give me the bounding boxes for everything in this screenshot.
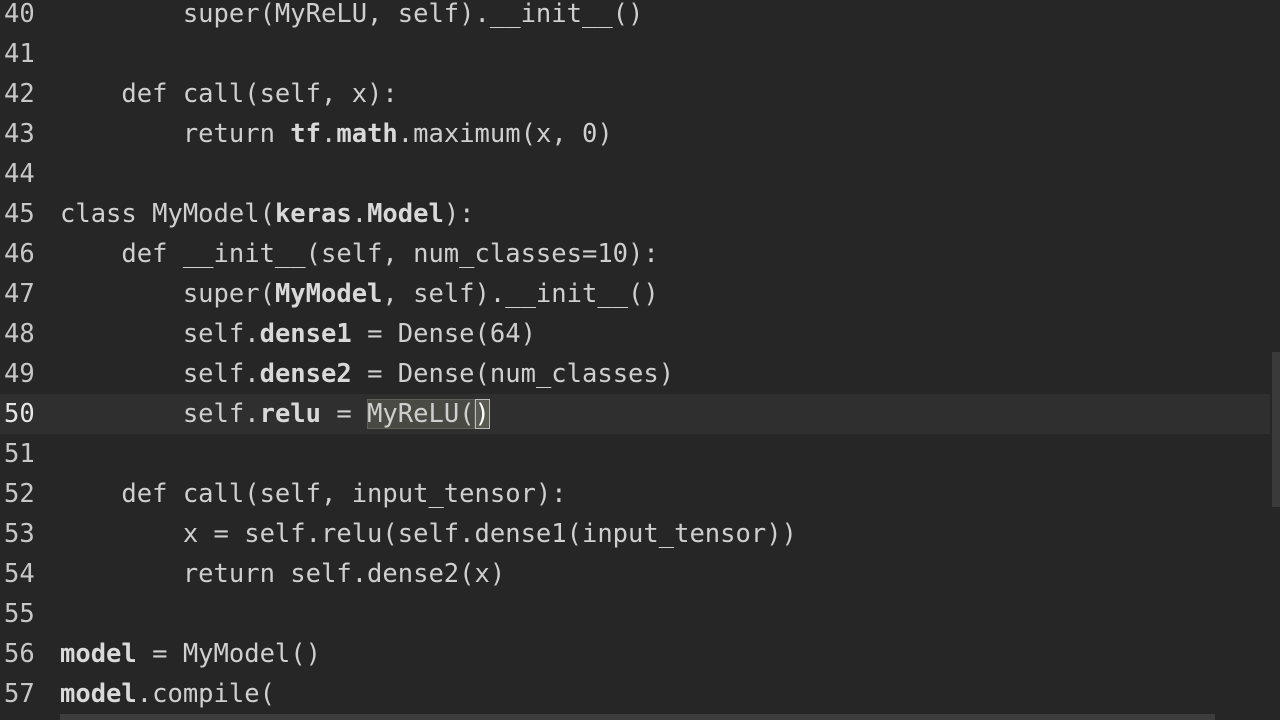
line-text[interactable]: model.compile(: [60, 674, 275, 714]
code-token: .compile(: [136, 679, 275, 709]
code-token: ):: [443, 199, 475, 229]
line-number: 44: [4, 159, 35, 189]
line-text[interactable]: self.relu = MyReLU(): [60, 394, 490, 434]
code-token: self.: [60, 359, 260, 389]
line-text[interactable]: x = self.relu(self.dense1(input_tensor)): [60, 514, 797, 554]
code-line-50[interactable]: 50 self.relu = MyReLU(): [0, 394, 1270, 434]
line-text[interactable]: self.dense1 = Dense(64): [60, 314, 536, 354]
line-text[interactable]: return self.dense2(x): [60, 554, 505, 594]
code-token: return: [60, 119, 291, 149]
code-line-56[interactable]: 56 model = MyModel(): [0, 634, 1270, 674]
line-number: 55: [4, 599, 35, 629]
code-line-46[interactable]: 46 def __init__(self, num_classes=10):: [0, 234, 1270, 274]
line-text[interactable]: def call(self, input_tensor):: [60, 474, 567, 514]
code-token: keras: [274, 199, 352, 229]
code-token: x = self.relu(self.dense1(input_tensor)): [60, 519, 797, 549]
code-token: def call(self, input_tensor):: [60, 479, 567, 509]
line-text[interactable]: class MyModel(keras.Model):: [60, 194, 475, 234]
code-token: model: [60, 679, 137, 709]
code-token: relu: [259, 399, 322, 429]
code-line-47[interactable]: 47 super(MyModel, self).__init__(): [0, 274, 1270, 314]
code-line-49[interactable]: 49 self.dense2 = Dense(num_classes): [0, 354, 1270, 394]
code-token: super(: [60, 279, 275, 309]
code-line-51[interactable]: 51: [0, 434, 1270, 474]
line-number: 49: [4, 359, 35, 389]
code-token: class MyModel(: [60, 199, 275, 229]
code-line-44[interactable]: 44: [0, 154, 1270, 194]
code-token: model: [60, 639, 137, 669]
line-number: 48: [4, 319, 35, 349]
code-token: def __init__(self, num_classes=10):: [60, 239, 659, 269]
code-token: super(MyReLU, self).__init__(): [60, 0, 644, 29]
code-line-55[interactable]: 55: [0, 594, 1270, 634]
code-token: .maximum(x, 0): [397, 119, 613, 149]
code-token: =: [321, 399, 368, 429]
code-token: = MyModel(): [136, 639, 321, 669]
code-line-40[interactable]: 40 super(MyReLU, self).__init__(): [0, 0, 1270, 34]
line-number: 56: [4, 639, 35, 669]
line-number: 57: [4, 679, 35, 709]
line-number: 50: [4, 399, 35, 429]
code-line-54[interactable]: 54 return self.dense2(x): [0, 554, 1270, 594]
line-number: 47: [4, 279, 35, 309]
code-token: self.: [60, 319, 260, 349]
line-text[interactable]: def call(self, x):: [60, 74, 398, 114]
line-number: 45: [4, 199, 35, 229]
code-line-45[interactable]: 45 class MyModel(keras.Model):: [0, 194, 1270, 234]
selected-text: MyReLU(: [367, 399, 475, 429]
code-editor[interactable]: 40 super(MyReLU, self).__init__() 41 42 de…: [0, 0, 1280, 720]
code-area[interactable]: 40 super(MyReLU, self).__init__() 41 42 de…: [0, 0, 1270, 714]
line-number: 40: [4, 0, 35, 29]
line-text[interactable]: model = MyModel(): [60, 634, 321, 674]
line-number: 51: [4, 439, 35, 469]
code-token: = Dense(64): [351, 319, 536, 349]
code-token: MyModel: [274, 279, 383, 309]
code-line-57[interactable]: 57 model.compile(: [0, 674, 1270, 714]
line-number: 42: [4, 79, 35, 109]
code-token: math: [336, 119, 398, 149]
line-number: 41: [4, 39, 35, 69]
code-token: tf: [290, 119, 322, 149]
code-token: = Dense(num_classes): [351, 359, 675, 389]
line-number: 43: [4, 119, 35, 149]
line-number: 46: [4, 239, 35, 269]
line-text[interactable]: super(MyReLU, self).__init__(): [60, 0, 644, 34]
code-token: dense1: [259, 319, 352, 349]
code-line-48[interactable]: 48 self.dense1 = Dense(64): [0, 314, 1270, 354]
code-token: Model: [367, 199, 444, 229]
code-token: .: [351, 199, 368, 229]
code-token: dense2: [259, 359, 352, 389]
code-line-42[interactable]: 42 def call(self, x):: [0, 74, 1270, 114]
code-token: .: [321, 119, 337, 149]
code-line-53[interactable]: 53 x = self.relu(self.dense1(input_tenso…: [0, 514, 1270, 554]
line-number: 54: [4, 559, 35, 589]
line-text[interactable]: return tf.math.maximum(x, 0): [60, 114, 613, 154]
line-number: 53: [4, 519, 35, 549]
code-line-41[interactable]: 41: [0, 34, 1270, 74]
code-token: , self).__init__(): [382, 279, 659, 309]
code-token: self.: [60, 399, 260, 429]
vertical-scrollbar-thumb[interactable]: [1272, 352, 1280, 507]
text-cursor: ): [474, 399, 490, 429]
horizontal-scrollbar-thumb[interactable]: [60, 714, 1215, 720]
code-line-43[interactable]: 43 return tf.math.maximum(x, 0): [0, 114, 1270, 154]
line-text[interactable]: self.dense2 = Dense(num_classes): [60, 354, 674, 394]
line-text[interactable]: def __init__(self, num_classes=10):: [60, 234, 659, 274]
code-token: return self.dense2(x): [60, 559, 506, 589]
line-number: 52: [4, 479, 35, 509]
line-text[interactable]: super(MyModel, self).__init__(): [60, 274, 659, 314]
code-token: def call(self, x):: [60, 79, 398, 109]
code-line-52[interactable]: 52 def call(self, input_tensor):: [0, 474, 1270, 514]
